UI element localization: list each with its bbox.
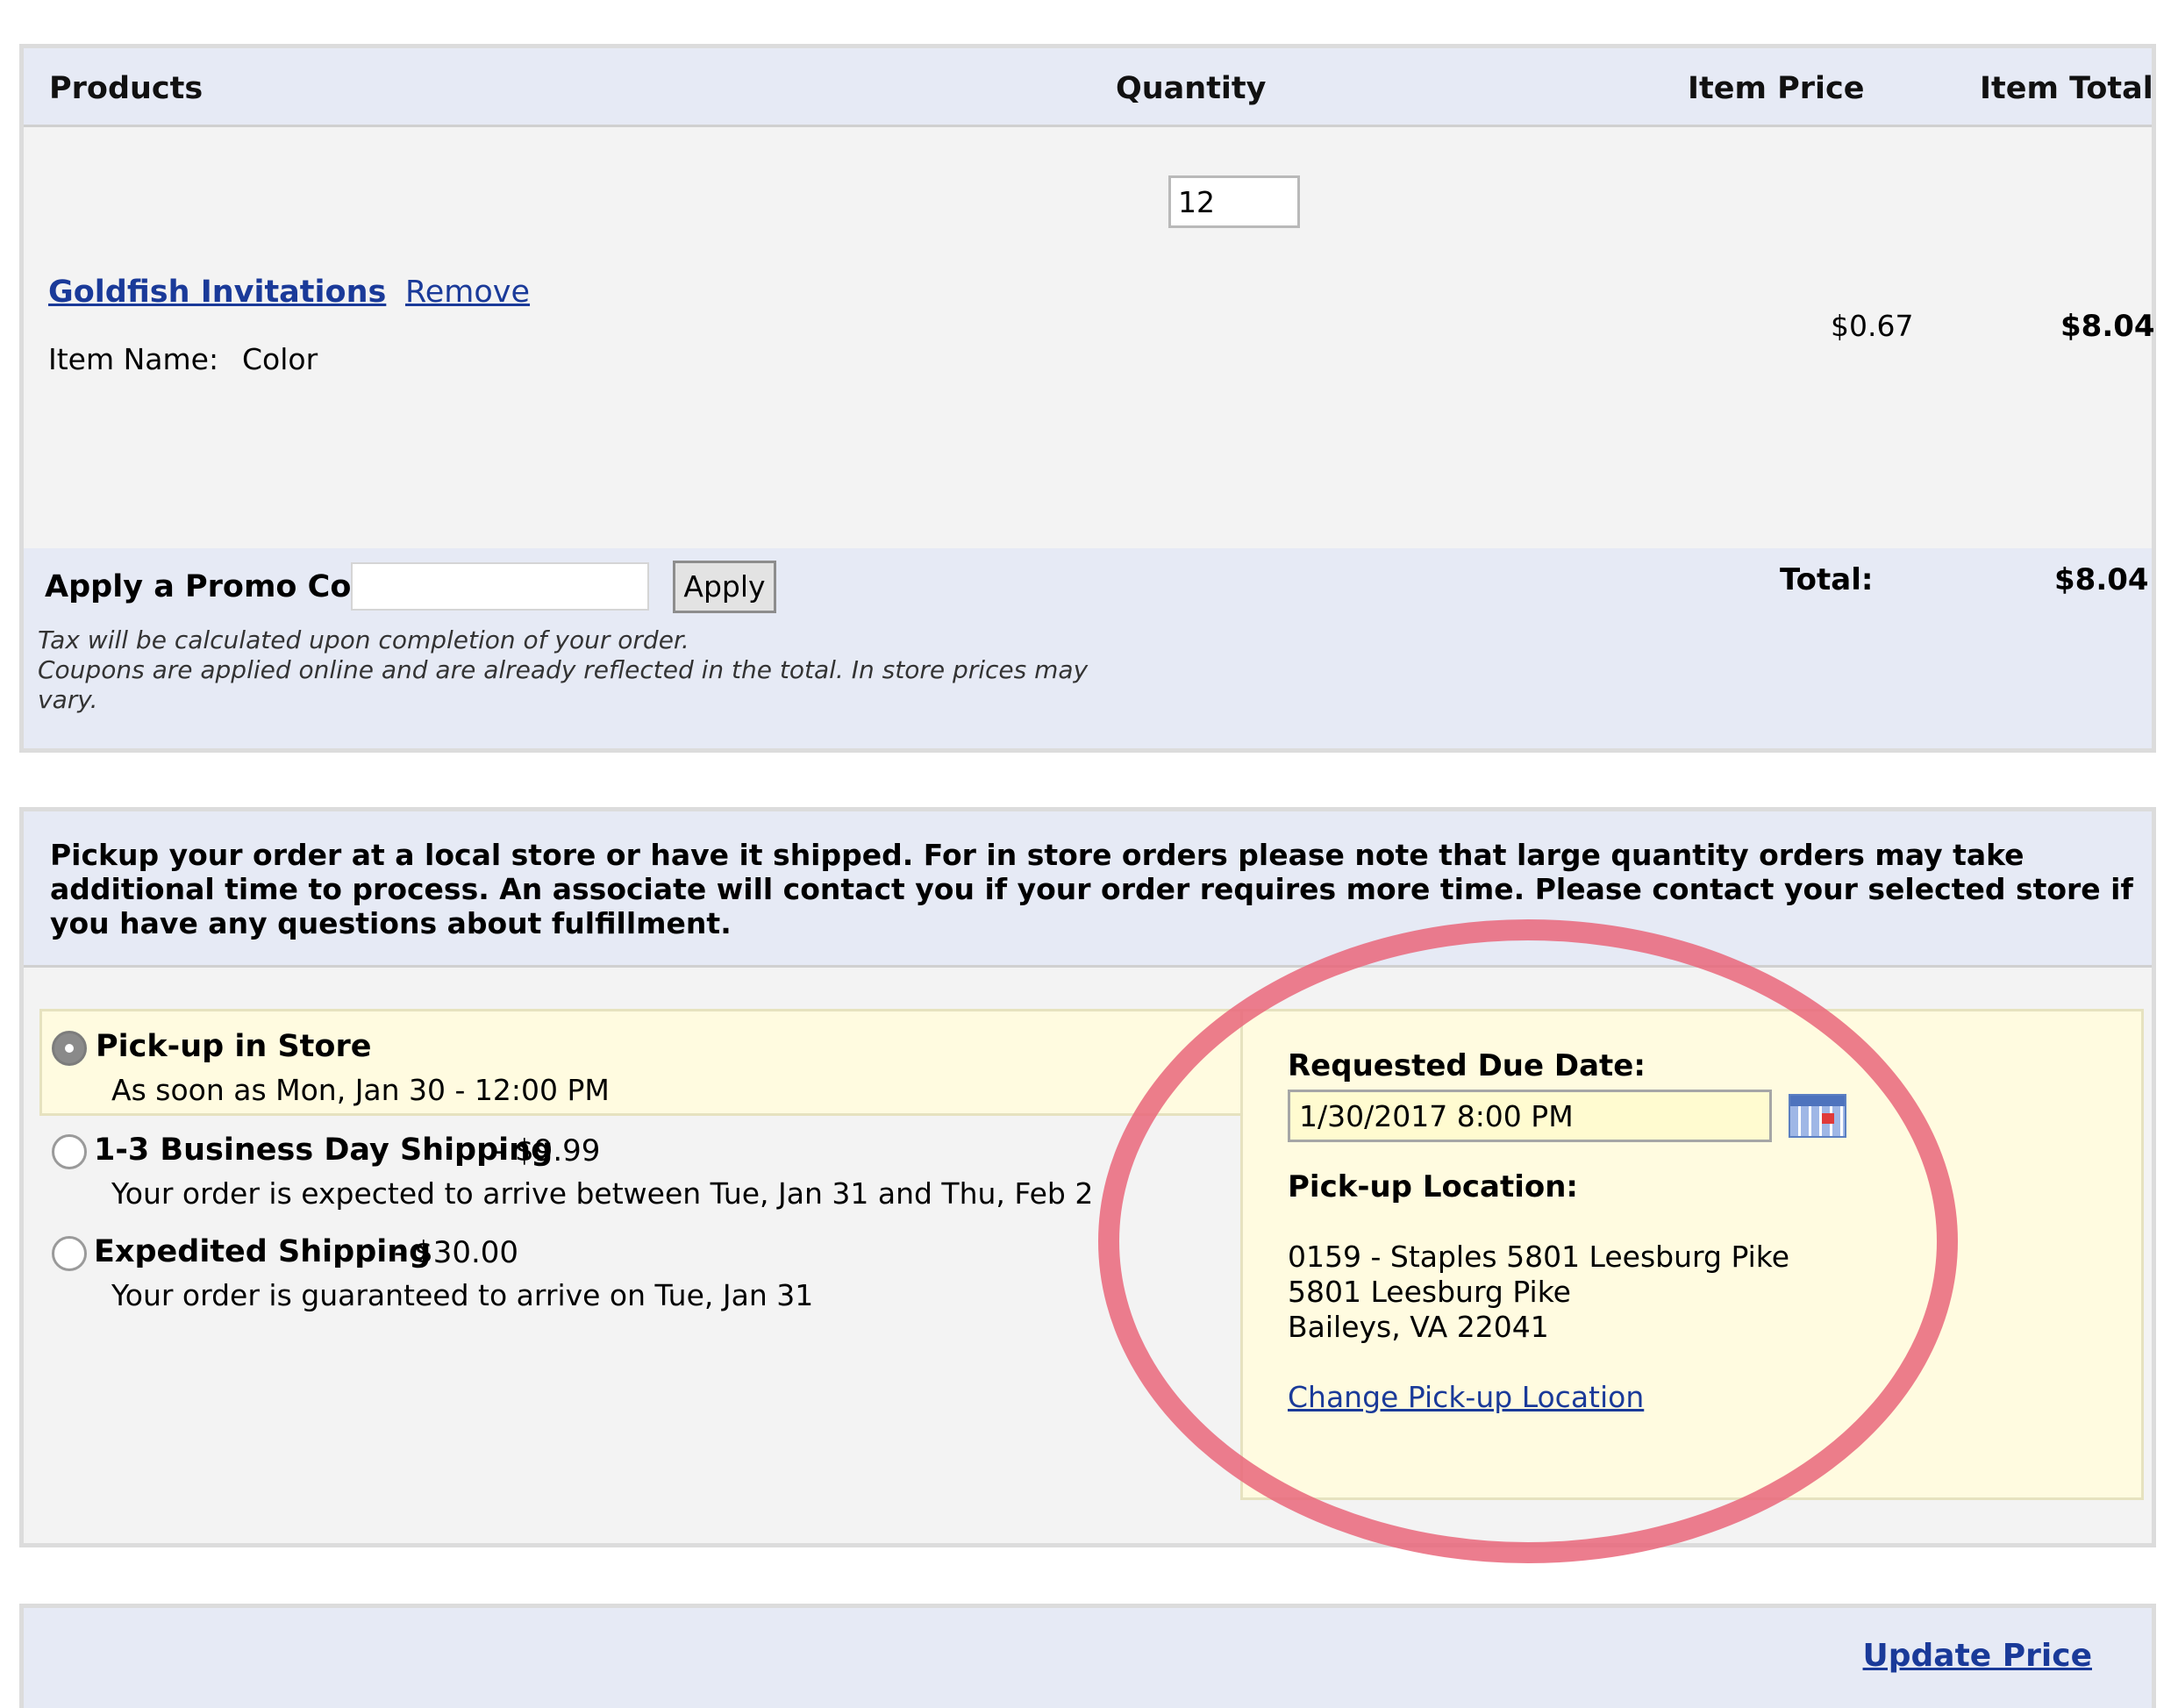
pickup-option-detail: As soon as Mon, Jan 30 - 12:00 PM [111, 1073, 610, 1107]
address-line-2: 5801 Leesburg Pike [1288, 1275, 1571, 1309]
remove-link[interactable]: Remove [405, 275, 530, 310]
standard-shipping-title: 1-3 Business Day Shipping [94, 1133, 553, 1168]
fulfillment-message: Pickup your order at a local store or ha… [50, 838, 2133, 940]
address-line-1: 0159 - Staples 5801 Leesburg Pike [1288, 1240, 1790, 1274]
item-price-value: $0.67 [1831, 309, 1914, 343]
standard-shipping-detail: Your order is expected to arrive between… [111, 1176, 1094, 1211]
promo-code-label: Apply a Promo Code [45, 569, 395, 604]
promo-code-input[interactable] [351, 562, 649, 611]
due-date-input[interactable] [1288, 1090, 1772, 1142]
fulfillment-header: Pickup your order at a local store or ha… [24, 811, 2152, 968]
cart-table-header: Products Quantity Item Price Item Total [24, 48, 2153, 127]
fulfillment-panel: Pickup your order at a local store or ha… [19, 807, 2156, 1547]
expedited-shipping-radio[interactable] [52, 1236, 87, 1271]
expedited-shipping-title: Expedited Shipping [94, 1234, 432, 1269]
cart-panel: Products Quantity Item Price Item Total … [19, 44, 2156, 753]
header-item-price: Item Price [1688, 71, 1865, 106]
header-quantity: Quantity [1116, 71, 1267, 106]
expedited-shipping-detail: Your order is guaranteed to arrive on Tu… [111, 1278, 814, 1312]
pickup-option-title: Pick-up in Store [96, 1029, 372, 1064]
change-pickup-location-link[interactable]: Change Pick-up Location [1288, 1380, 1644, 1415]
due-date-label: Requested Due Date: [1288, 1048, 1646, 1083]
promo-section: Apply a Promo Code Apply Total: $8.04 Ta… [24, 548, 2152, 748]
standard-shipping-radio[interactable] [52, 1134, 87, 1169]
total-label: Total: [1780, 562, 1874, 597]
expedited-shipping-price: - $30.00 [394, 1235, 519, 1270]
header-item-total: Item Total [1980, 71, 2153, 106]
update-price-link[interactable]: Update Price [1863, 1638, 2092, 1674]
item-name-label: Item Name: [48, 342, 219, 376]
quantity-input[interactable] [1168, 175, 1300, 228]
apply-promo-button[interactable]: Apply [673, 561, 776, 613]
calendar-icon[interactable] [1789, 1094, 1846, 1138]
tax-note: Tax will be calculated upon completion o… [38, 625, 689, 654]
pickup-location-label: Pick-up Location: [1288, 1169, 1579, 1204]
standard-shipping-price: - $9.99 [495, 1133, 601, 1168]
item-name-value: Color [242, 342, 318, 376]
item-total-value: $8.04 [2060, 309, 2155, 344]
update-price-bar: Update Price [19, 1604, 2156, 1708]
pickup-radio[interactable] [52, 1031, 87, 1066]
product-link[interactable]: Goldfish Invitations [48, 275, 386, 310]
address-line-3: Baileys, VA 22041 [1288, 1310, 1549, 1344]
coupon-note: Coupons are applied online and are alrea… [38, 655, 1089, 714]
header-products: Products [49, 71, 204, 106]
total-value: $8.04 [2054, 562, 2149, 597]
